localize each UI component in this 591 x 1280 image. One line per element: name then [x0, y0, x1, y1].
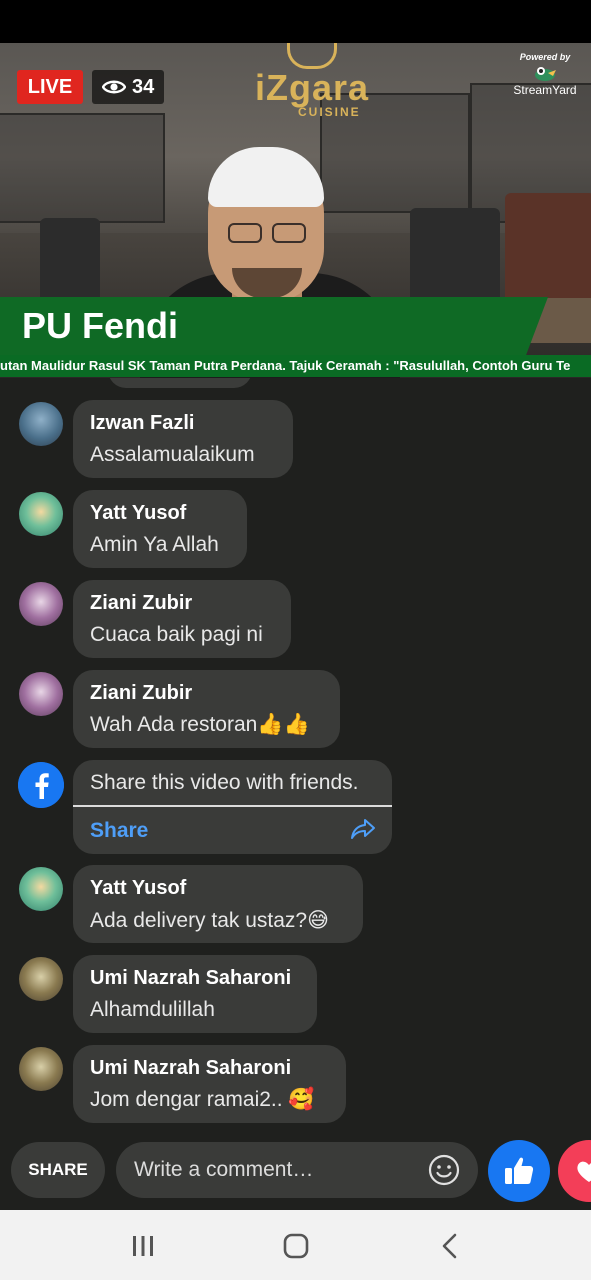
- logo-text: iZgara: [254, 67, 370, 108]
- comment-item[interactable]: Ziani Zubir Wah Ada restoran👍👍: [0, 670, 591, 750]
- comment-bubble[interactable]: Umi Nazrah Saharoni Jom dengar ramai2.. …: [73, 1045, 346, 1123]
- share-arrow-icon[interactable]: [350, 816, 376, 842]
- facebook-icon: [18, 762, 64, 808]
- avatar[interactable]: [19, 492, 63, 536]
- comment-author[interactable]: Yatt Yusof: [90, 502, 230, 525]
- emoji-icon[interactable]: [428, 1154, 460, 1186]
- home-icon[interactable]: [281, 1232, 311, 1260]
- share-button[interactable]: SHARE: [11, 1142, 105, 1198]
- eye-icon: [102, 80, 126, 94]
- love-icon: [577, 1161, 591, 1182]
- streamyard-name: StreamYard: [513, 83, 577, 97]
- partial-comment-bubble: [108, 378, 252, 388]
- comment-text: Alhamdulillah: [90, 998, 215, 1021]
- status-bar: [0, 0, 591, 43]
- comment-bubble[interactable]: Izwan Fazli Assalamualaikum: [73, 400, 293, 478]
- comment-composer-bar: SHARE: [0, 1130, 591, 1210]
- avatar[interactable]: [19, 1047, 63, 1091]
- comment-input[interactable]: [116, 1142, 478, 1198]
- streamyard-powered: Powered by: [519, 52, 571, 62]
- viewer-count-badge: 34: [92, 70, 165, 104]
- back-icon[interactable]: [435, 1232, 465, 1260]
- comment-bubble[interactable]: Yatt Yusof Amin Ya Allah: [73, 490, 247, 568]
- comment-text: Cuaca baik pagi ni: [90, 623, 263, 646]
- avatar[interactable]: [19, 582, 63, 626]
- share-prompt: Share this video with friends. Share: [0, 760, 591, 856]
- comment-author[interactable]: Izwan Fazli: [90, 412, 276, 435]
- speaker-name: PU Fendi: [22, 305, 179, 346]
- like-icon: [505, 1157, 534, 1184]
- comment-text: Ada delivery tak ustaz?😅: [90, 909, 330, 932]
- logo-subtitle: CUISINE: [298, 105, 361, 119]
- viewer-count: 34: [132, 75, 155, 98]
- chair: [505, 193, 591, 313]
- comment-text: Amin Ya Allah: [90, 533, 219, 556]
- chair: [40, 218, 100, 308]
- streamyard-badge: Powered by StreamYard: [505, 52, 585, 97]
- comment-bubble[interactable]: Umi Nazrah Saharoni Alhamdulillah: [73, 955, 317, 1033]
- avatar[interactable]: [19, 672, 63, 716]
- comment-item[interactable]: Umi Nazrah Saharoni Alhamdulillah: [0, 955, 591, 1035]
- comment-item[interactable]: Yatt Yusof Amin Ya Allah: [0, 490, 591, 570]
- window-panel: [0, 113, 165, 223]
- comment-item[interactable]: Umi Nazrah Saharoni Jom dengar ramai2.. …: [0, 1045, 591, 1125]
- comment-text: Jom dengar ramai2.. 🥰: [90, 1088, 315, 1111]
- news-ticker: utan Maulidur Rasul SK Taman Putra Perda…: [0, 355, 591, 377]
- comment-item[interactable]: Ziani Zubir Cuaca baik pagi ni: [0, 580, 591, 660]
- comment-author[interactable]: Ziani Zubir: [90, 592, 274, 615]
- glasses: [228, 223, 262, 243]
- comment-author[interactable]: Ziani Zubir: [90, 682, 323, 705]
- comment-text: Assalamualaikum: [90, 443, 255, 466]
- comment-author[interactable]: Umi Nazrah Saharoni: [90, 1057, 329, 1080]
- streamyard-logo-icon: [535, 67, 556, 81]
- comments-feed[interactable]: Izwan Fazli Assalamualaikum Yatt Yusof A…: [0, 378, 591, 1210]
- ticker-text: utan Maulidur Rasul SK Taman Putra Perda…: [0, 358, 571, 373]
- system-navigation-bar: [0, 1210, 591, 1280]
- glasses: [272, 223, 306, 243]
- avatar[interactable]: [19, 402, 63, 446]
- comment-bubble[interactable]: Ziani Zubir Wah Ada restoran👍👍: [73, 670, 340, 748]
- share-prompt-text: Share this video with friends.: [90, 771, 359, 794]
- comment-author[interactable]: Umi Nazrah Saharoni: [90, 967, 300, 990]
- comment-author[interactable]: Yatt Yusof: [90, 877, 346, 900]
- love-button[interactable]: [558, 1140, 591, 1202]
- avatar[interactable]: [19, 957, 63, 1001]
- recents-icon[interactable]: [128, 1232, 158, 1260]
- share-divider: [73, 805, 392, 807]
- comment-item[interactable]: Izwan Fazli Assalamualaikum: [0, 400, 591, 480]
- izgara-logo: iZgara CUISINE: [242, 43, 382, 119]
- like-button[interactable]: [488, 1140, 550, 1202]
- live-video[interactable]: iZgara CUISINE Powered by StreamYard PU …: [0, 43, 591, 378]
- share-link[interactable]: Share: [90, 819, 148, 843]
- comment-bubble[interactable]: Yatt Yusof Ada delivery tak ustaz?😅: [73, 865, 363, 943]
- share-card: Share this video with friends. Share: [73, 760, 392, 854]
- logo-crest-icon: [287, 43, 337, 69]
- speaker-name-banner: PU Fendi: [0, 297, 548, 355]
- live-badge: LIVE: [17, 70, 83, 104]
- comment-bubble[interactable]: Ziani Zubir Cuaca baik pagi ni: [73, 580, 291, 658]
- avatar[interactable]: [19, 867, 63, 911]
- comment-item[interactable]: Yatt Yusof Ada delivery tak ustaz?😅: [0, 865, 591, 945]
- comment-text: Wah Ada restoran👍👍: [90, 713, 310, 736]
